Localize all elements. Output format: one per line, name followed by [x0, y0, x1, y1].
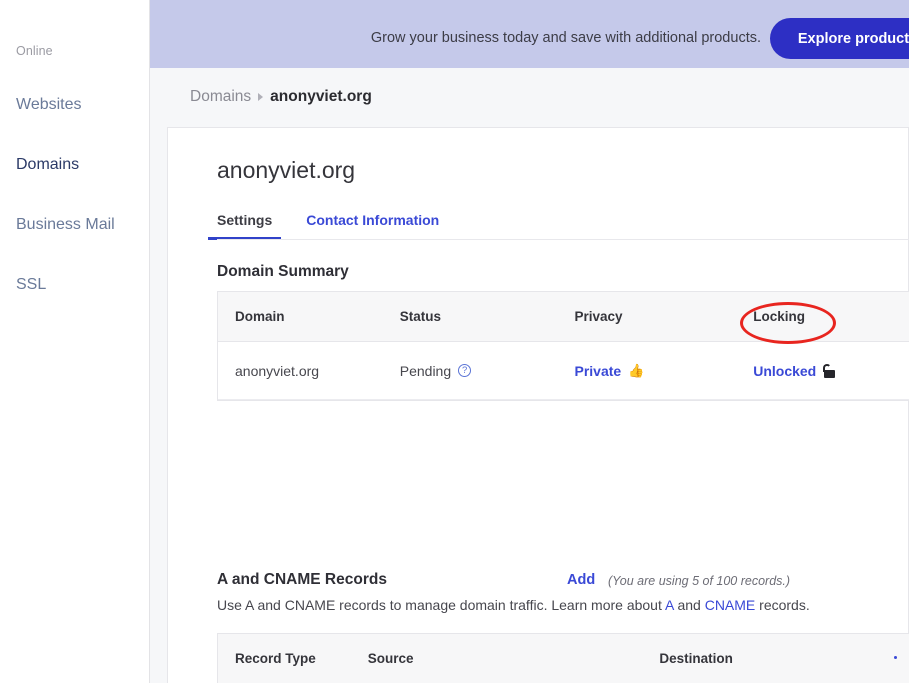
table-header-row: Record Type Source Destination — [218, 634, 909, 683]
breadcrumb-item-domains[interactable]: Domains — [190, 88, 251, 106]
promo-message: Grow your business today and save with a… — [370, 30, 761, 46]
tab-contact-information[interactable]: Contact Information — [306, 212, 439, 240]
tab-settings[interactable]: Settings — [207, 212, 282, 240]
records-description-after: records. — [755, 597, 810, 613]
domain-summary-table: Domain Status Privacy Locking anonyviet.… — [217, 291, 909, 401]
table-row: anonyviet.org Pending ? Private 👍 Unlock… — [218, 342, 909, 400]
records-heading: A and CNAME Records — [217, 571, 387, 588]
cell-status: Pending ? — [400, 363, 575, 379]
sidebar-item-business-mail[interactable]: Business Mail — [16, 216, 115, 234]
column-header-source: Source — [367, 651, 414, 666]
cell-privacy: Private 👍 — [574, 363, 753, 379]
explore-products-button[interactable]: Explore products — [770, 18, 909, 59]
records-usage-note: (You are using 5 of 100 records.) — [608, 574, 791, 588]
breadcrumb-bar: Domains anonyviet.org — [150, 68, 909, 127]
locking-link[interactable]: Unlocked — [753, 363, 816, 379]
chevron-right-icon — [258, 93, 264, 101]
thumbs-up-icon: 👍 — [628, 363, 645, 378]
breadcrumb: Domains anonyviet.org — [190, 88, 372, 106]
records-description-before: Use A and CNAME records to manage domain… — [217, 597, 665, 613]
cell-locking: Unlocked — [753, 363, 909, 379]
cell-domain-name: anonyviet.org — [235, 362, 320, 379]
column-header-locking: Locking — [753, 309, 805, 324]
sidebar-item-ssl[interactable]: SSL — [16, 276, 46, 294]
add-record-link[interactable]: Add — [567, 572, 595, 588]
column-header-record-type: Record Type — [235, 651, 316, 666]
sidebar-section-label: Online — [16, 44, 53, 58]
domain-summary-heading: Domain Summary — [217, 263, 349, 280]
settings-card: anonyviet.org Settings Contact Informati… — [167, 127, 909, 683]
content-pane: Grow your business today and save with a… — [150, 0, 909, 683]
column-header-domain: Domain — [235, 309, 285, 324]
row-action-dot[interactable] — [894, 656, 897, 659]
link-a-record[interactable]: A — [665, 597, 674, 613]
page-title: anonyviet.org — [217, 157, 356, 183]
records-description: Use A and CNAME records to manage domain… — [217, 597, 810, 613]
privacy-link[interactable]: Private — [574, 363, 621, 379]
records-description-middle: and — [673, 597, 705, 613]
sidebar-item-domains[interactable]: Domains — [16, 156, 79, 174]
question-circle-icon[interactable]: ? — [458, 364, 472, 377]
open-padlock-icon — [823, 363, 836, 378]
sidebar-item-websites[interactable]: Websites — [16, 96, 82, 114]
link-cname-record[interactable]: CNAME — [705, 597, 756, 613]
column-header-status: Status — [399, 309, 442, 324]
column-header-destination: Destination — [659, 651, 733, 666]
records-table: Record Type Source Destination A @ Yahoo… — [217, 633, 909, 683]
sidebar: Online Websites Domains Business Mail SS… — [0, 0, 150, 683]
status-text: Pending — [399, 362, 452, 379]
tab-bar: Settings Contact Information — [207, 212, 909, 240]
breadcrumb-item-current: anonyviet.org — [270, 88, 372, 105]
app-root: Online Websites Domains Business Mail SS… — [0, 0, 909, 683]
column-header-privacy: Privacy — [574, 309, 623, 324]
table-header-row: Domain Status Privacy Locking — [218, 292, 909, 342]
promo-banner: Grow your business today and save with a… — [150, 0, 909, 68]
tab-divider — [217, 239, 909, 240]
